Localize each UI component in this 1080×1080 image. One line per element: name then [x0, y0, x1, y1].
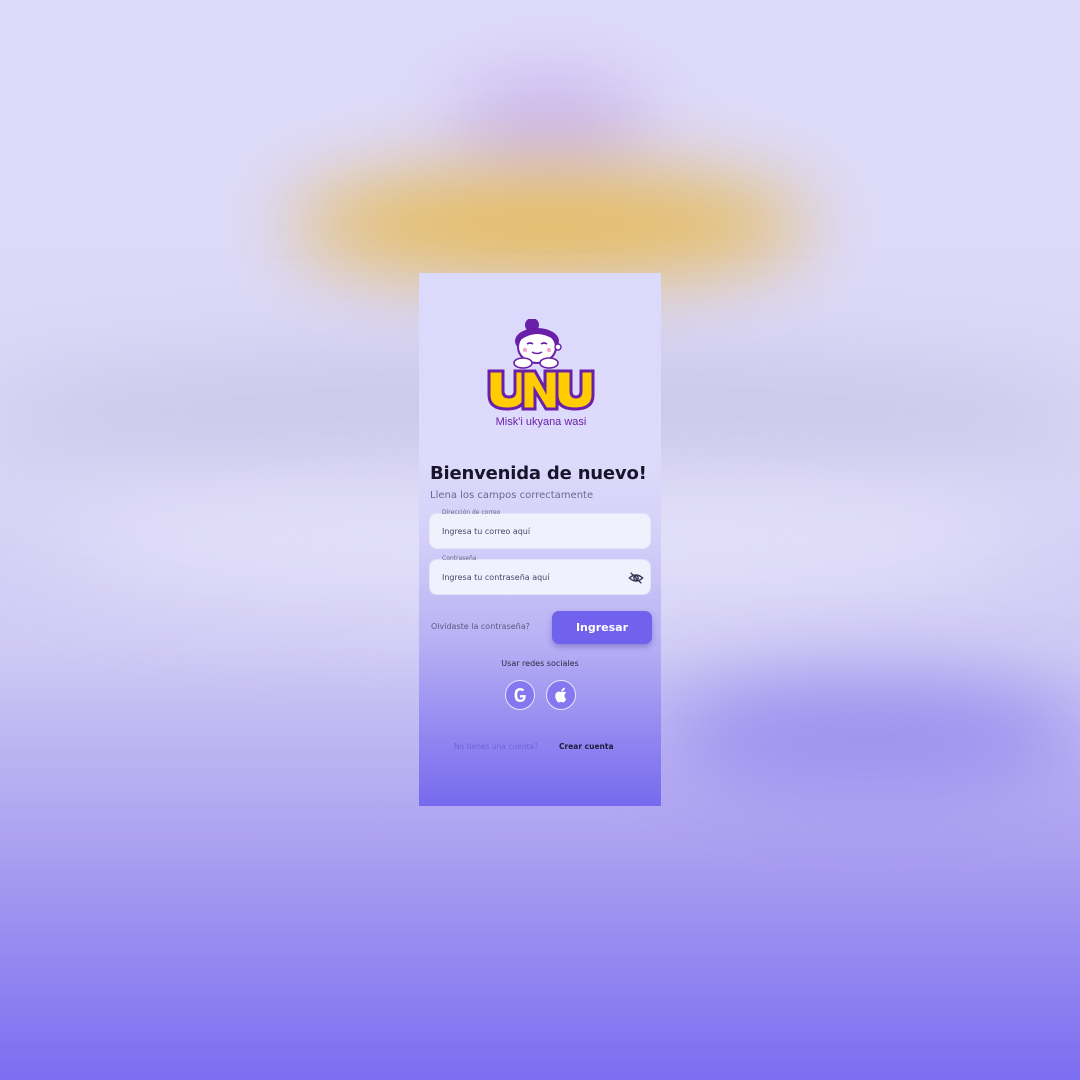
brand-tagline: Misk'i ukyana wasi [496, 416, 587, 428]
google-icon [514, 688, 526, 702]
password-input[interactable] [442, 569, 622, 585]
background-blur-purple [450, 80, 650, 170]
background-blur-violet [660, 680, 1080, 790]
forgot-password-link[interactable]: Olvidaste la contraseña? [431, 622, 530, 631]
create-account-link[interactable]: Crear cuenta [559, 742, 614, 751]
apple-icon [555, 687, 567, 703]
email-label: Dirección de correo [442, 509, 501, 516]
page-title: Bienvenida de nuevo! [430, 463, 647, 484]
social-login-label: Usar redes sociales [501, 659, 579, 668]
email-input[interactable] [442, 523, 622, 539]
background-blur-yellow [290, 170, 810, 280]
email-field: Dirección de correo [429, 509, 651, 549]
password-label: Contraseña [442, 555, 477, 562]
apple-login-button[interactable] [546, 680, 576, 710]
login-button[interactable]: Ingresar [552, 611, 652, 644]
google-login-button[interactable] [505, 680, 535, 710]
password-field: Contraseña [429, 555, 651, 595]
login-screen: Misk'i ukyana wasi Bienvenida de nuevo! … [419, 273, 661, 806]
brand-logo: Misk'i ukyana wasi [487, 319, 595, 428]
page-subtitle: Llena los campos correctamente [430, 490, 594, 501]
no-account-text: No tienes una cuenta? [454, 742, 539, 751]
eye-slash-icon[interactable] [628, 570, 644, 586]
